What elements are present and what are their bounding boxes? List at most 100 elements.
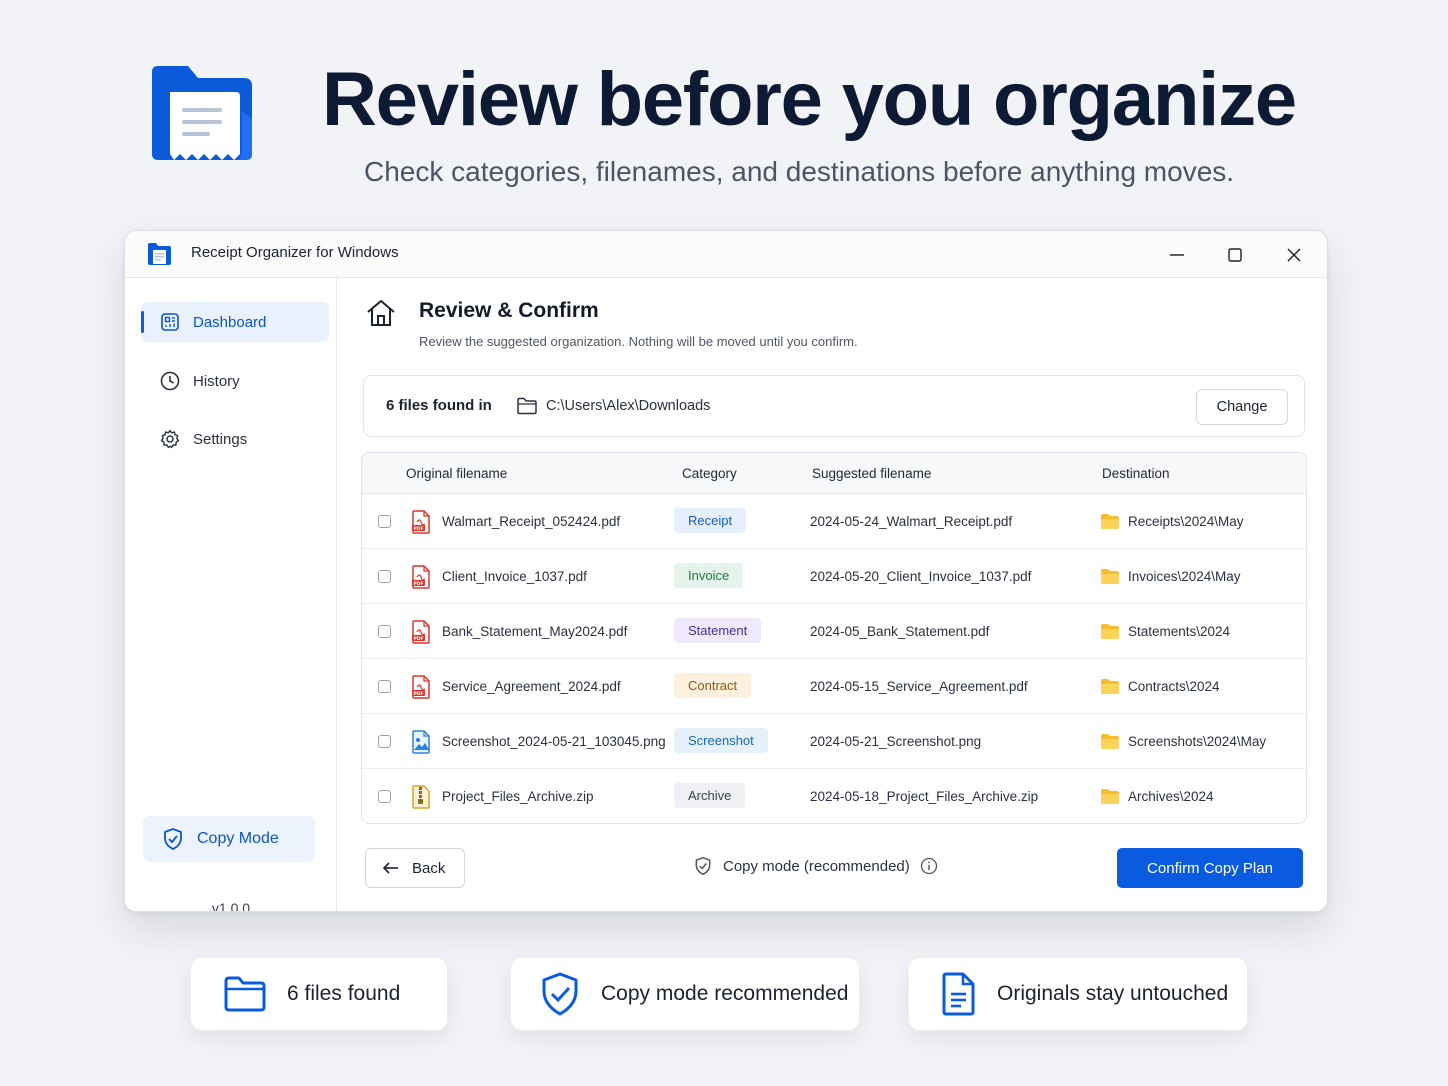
app-icon: [147, 242, 173, 271]
svg-text:PDF: PDF: [413, 691, 423, 697]
sidebar-item-dashboard[interactable]: Dashboard: [141, 302, 329, 342]
image-file-icon: [411, 730, 431, 754]
row-checkbox[interactable]: [378, 735, 391, 748]
app-window: Receipt Organizer for Windows Dashboard …: [124, 230, 1328, 912]
review-table: Original filename Category Suggested fil…: [361, 452, 1307, 824]
suggested-filename: 2024-05_Bank_Statement.pdf: [810, 624, 990, 639]
info-icon[interactable]: [920, 857, 938, 875]
row-checkbox[interactable]: [378, 680, 391, 693]
hero-subtitle: Check categories, filenames, and destina…: [364, 156, 1235, 187]
folder-icon: [1100, 788, 1120, 810]
folder-icon: [1100, 513, 1120, 535]
folder-icon: [1100, 678, 1120, 700]
app-logo-icon: [148, 62, 260, 172]
maximize-icon[interactable]: [1223, 243, 1247, 267]
category-badge[interactable]: Screenshot: [674, 728, 768, 753]
confirm-copy-plan-button[interactable]: Confirm Copy Plan: [1117, 848, 1303, 888]
hero-title: Review before you organize: [322, 57, 1297, 142]
original-filename: Client_Invoice_1037.pdf: [442, 569, 587, 584]
destination-path: Invoices\2024\May: [1128, 569, 1241, 584]
destination-path: Contracts\2024: [1128, 679, 1220, 694]
original-filename: Service_Agreement_2024.pdf: [442, 679, 621, 694]
suggested-filename: 2024-05-15_Service_Agreement.pdf: [810, 679, 1028, 694]
feature-card-files-found: 6 files found: [190, 957, 448, 1031]
title-bar: Receipt Organizer for Windows: [125, 231, 1327, 278]
pdf-file-icon: PDF: [411, 565, 431, 589]
window-title: Receipt Organizer for Windows: [191, 244, 399, 261]
version-label: v1.0.0: [211, 900, 251, 912]
column-header-destination[interactable]: Destination: [1102, 466, 1170, 481]
destination-path: Statements\2024: [1128, 624, 1231, 639]
copy-mode-status-label: Copy mode (recommended): [723, 857, 910, 875]
row-checkbox[interactable]: [378, 625, 391, 638]
destination-path: Archives\2024: [1128, 789, 1214, 804]
shield-check-icon: [693, 856, 713, 876]
folder-icon: [223, 975, 267, 1013]
copy-mode-status: Copy mode (recommended): [693, 856, 938, 876]
folder-icon: [1100, 568, 1120, 590]
page-subtitle: Review the suggested organization. Nothi…: [419, 334, 858, 349]
feature-card-copy-mode: Copy mode recommended: [510, 957, 860, 1031]
category-badge[interactable]: Receipt: [674, 508, 747, 533]
folder-icon: [1100, 733, 1120, 755]
pdf-file-icon: PDF: [411, 675, 431, 699]
close-icon[interactable]: [1282, 243, 1306, 267]
sidebar-item-label: Settings: [193, 430, 248, 448]
column-header-category[interactable]: Category: [682, 466, 737, 481]
row-checkbox[interactable]: [378, 515, 391, 528]
destination-path: Receipts\2024\May: [1128, 514, 1244, 529]
original-filename: Screenshot_2024-05-21_103045.png: [442, 734, 666, 749]
original-filename: Bank_Statement_May2024.pdf: [442, 624, 628, 639]
category-badge[interactable]: Statement: [674, 618, 762, 643]
source-folder-bar: 6 files found in C:\Users\Alex\Downloads…: [363, 375, 1305, 437]
destination-path: Screenshots\2024\May: [1128, 734, 1267, 749]
feature-card-originals: Originals stay untouched: [908, 957, 1248, 1031]
column-header-original[interactable]: Original filename: [406, 466, 507, 481]
sidebar-item-history[interactable]: History: [141, 361, 329, 401]
gear-icon: [159, 428, 181, 450]
feature-label: Originals stay untouched: [997, 982, 1229, 1005]
table-row[interactable]: PDF Service_Agreement_2024.pdf Contract 202…: [362, 659, 1306, 714]
original-filename: Project_Files_Archive.zip: [442, 789, 594, 804]
table-row[interactable]: PDF Client_Invoice_1037.pdf Invoice 2024-05…: [362, 549, 1306, 604]
copy-mode-indicator[interactable]: Copy Mode: [143, 816, 315, 862]
page-title: Review & Confirm: [419, 299, 599, 322]
sidebar-item-label: Dashboard: [193, 313, 267, 331]
zip-file-icon: [411, 785, 431, 809]
row-checkbox[interactable]: [378, 790, 391, 803]
category-badge[interactable]: Archive: [674, 783, 746, 808]
row-checkbox[interactable]: [378, 570, 391, 583]
minimize-icon[interactable]: [1165, 243, 1189, 267]
feature-label: Copy mode recommended: [601, 982, 849, 1005]
sidebar: Dashboard History Settings Copy Mode v1.…: [125, 278, 337, 912]
files-found-label: 6 files found in: [386, 397, 492, 414]
home-icon: [365, 298, 397, 333]
svg-text:PDF: PDF: [413, 526, 423, 532]
feature-label: 6 files found: [287, 982, 401, 1005]
document-icon: [939, 972, 977, 1016]
svg-text:PDF: PDF: [413, 581, 423, 587]
change-folder-button[interactable]: Change: [1196, 389, 1288, 425]
table-row[interactable]: Screenshot_2024-05-21_103045.png Screensh…: [362, 714, 1306, 769]
folder-icon: [516, 396, 538, 421]
suggested-filename: 2024-05-24_Walmart_Receipt.pdf: [810, 514, 1013, 529]
copy-mode-label: Copy Mode: [197, 830, 279, 847]
sidebar-item-settings[interactable]: Settings: [141, 419, 329, 459]
category-badge[interactable]: Invoice: [674, 563, 744, 588]
suggested-filename: 2024-05-18_Project_Files_Archive.zip: [810, 789, 1039, 804]
pdf-file-icon: PDF: [411, 510, 431, 534]
suggested-filename: 2024-05-20_Client_Invoice_1037.pdf: [810, 569, 1032, 584]
folder-icon: [1100, 623, 1120, 645]
table-row[interactable]: PDF Walmart_Receipt_052424.pdf Receipt 2024…: [362, 494, 1306, 549]
table-header: Original filename Category Suggested fil…: [362, 453, 1306, 494]
back-label: Back: [412, 859, 446, 877]
category-badge[interactable]: Contract: [674, 673, 752, 698]
table-row[interactable]: Project_Files_Archive.zip Archive 2024-05-…: [362, 769, 1306, 823]
pdf-file-icon: PDF: [411, 620, 431, 644]
shield-check-icon: [161, 827, 185, 851]
column-header-suggested[interactable]: Suggested filename: [812, 466, 931, 481]
table-row[interactable]: PDF Bank_Statement_May2024.pdf Statement 20…: [362, 604, 1306, 659]
svg-text:PDF: PDF: [413, 636, 423, 642]
back-button[interactable]: Back: [365, 848, 465, 888]
source-path: C:\Users\Alex\Downloads: [546, 398, 711, 414]
